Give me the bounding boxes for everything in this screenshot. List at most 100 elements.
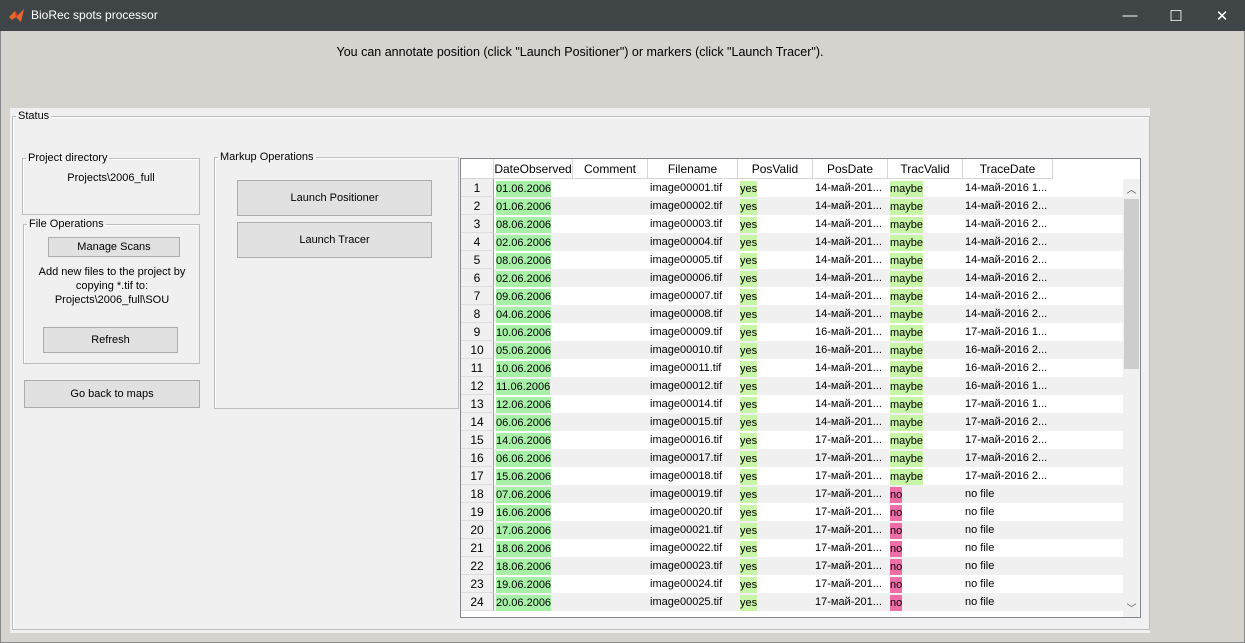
table-cell[interactable]: 17-май-201... xyxy=(813,521,888,539)
table-cell[interactable] xyxy=(573,593,648,611)
table-cell[interactable] xyxy=(573,197,648,215)
table-cell[interactable]: image00020.tif xyxy=(648,503,738,521)
scroll-down-icon[interactable]: ﹀ xyxy=(1123,600,1140,615)
table-cell[interactable]: 16-май-2016 1... xyxy=(963,377,1053,395)
table-cell[interactable]: image00021.tif xyxy=(648,521,738,539)
scans-table[interactable]: DateObserved Comment Filename PosValid PosDa… xyxy=(460,158,1141,618)
table-cell[interactable]: yes xyxy=(738,575,813,593)
launch-tracer-button[interactable]: Launch Tracer xyxy=(237,222,432,258)
table-cell[interactable] xyxy=(573,521,648,539)
table-row[interactable]: 11 10.06.2006 image00011.tif yes 14-май-201.… xyxy=(461,359,1124,377)
table-cell[interactable]: yes xyxy=(738,539,813,557)
table-cell[interactable] xyxy=(573,467,648,485)
table-row[interactable]: 19 16.06.2006 image00020.tif yes 17-май-201.… xyxy=(461,503,1124,521)
column-header[interactable]: PosValid xyxy=(738,159,813,179)
table-cell[interactable]: 14-май-2016 2... xyxy=(963,251,1053,269)
table-cell[interactable]: 10.06.2006 xyxy=(494,323,573,341)
table-cell[interactable]: 11.06.2006 xyxy=(494,377,573,395)
table-cell[interactable] xyxy=(573,449,648,467)
table-cell[interactable]: maybe xyxy=(888,449,963,467)
table-cell[interactable]: no file xyxy=(963,557,1053,575)
table-cell[interactable]: 08.06.2006 xyxy=(494,215,573,233)
table-cell[interactable]: 04.06.2006 xyxy=(494,305,573,323)
table-cell[interactable] xyxy=(573,233,648,251)
table-cell[interactable]: 17-май-201... xyxy=(813,539,888,557)
column-header[interactable]: Comment xyxy=(573,159,648,179)
table-cell[interactable]: 14-май-201... xyxy=(813,395,888,413)
table-cell[interactable]: 12.06.2006 xyxy=(494,395,573,413)
table-cell[interactable] xyxy=(573,557,648,575)
table-cell[interactable]: image00016.tif xyxy=(648,431,738,449)
table-cell[interactable]: no xyxy=(888,539,963,557)
table-cell[interactable]: 14.06.2006 xyxy=(494,431,573,449)
table-cell[interactable]: 16.06.2006 xyxy=(494,503,573,521)
table-row[interactable]: 10 05.06.2006 image00010.tif yes 16-май-201.… xyxy=(461,341,1124,359)
table-row[interactable]: 15 14.06.2006 image00016.tif yes 17-май-201.… xyxy=(461,431,1124,449)
column-header[interactable]: TraceDate xyxy=(963,159,1053,179)
table-cell[interactable]: maybe xyxy=(888,431,963,449)
table-cell[interactable]: 14-май-201... xyxy=(813,269,888,287)
table-row[interactable]: 17 15.06.2006 image00018.tif yes 17-май-201.… xyxy=(461,467,1124,485)
table-cell[interactable]: image00012.tif xyxy=(648,377,738,395)
table-cell[interactable]: yes xyxy=(738,215,813,233)
table-cell[interactable]: maybe xyxy=(888,269,963,287)
table-cell[interactable]: 01.06.2006 xyxy=(494,197,573,215)
table-cell[interactable]: 14-май-2016 2... xyxy=(963,233,1053,251)
table-cell[interactable]: image00003.tif xyxy=(648,215,738,233)
vertical-scrollbar[interactable]: ︿ ﹀ xyxy=(1123,179,1140,617)
table-cell[interactable]: yes xyxy=(738,557,813,575)
table-cell[interactable] xyxy=(573,377,648,395)
table-cell[interactable]: image00010.tif xyxy=(648,341,738,359)
table-cell[interactable] xyxy=(573,269,648,287)
table-cell[interactable]: 17-май-2016 2... xyxy=(963,467,1053,485)
table-cell[interactable]: 09.06.2006 xyxy=(494,287,573,305)
table-cell[interactable] xyxy=(573,305,648,323)
table-cell[interactable]: image00024.tif xyxy=(648,575,738,593)
table-cell[interactable]: image00025.tif xyxy=(648,593,738,611)
table-cell[interactable]: 17-май-201... xyxy=(813,593,888,611)
table-cell[interactable]: maybe xyxy=(888,323,963,341)
table-cell[interactable]: maybe xyxy=(888,179,963,197)
table-row[interactable]: 24 20.06.2006 image00025.tif yes 17-май-201.… xyxy=(461,593,1124,611)
table-cell[interactable]: yes xyxy=(738,449,813,467)
table-cell[interactable]: yes xyxy=(738,359,813,377)
table-cell[interactable]: yes xyxy=(738,395,813,413)
table-row[interactable]: 22 18.06.2006 image00023.tif yes 17-май-201.… xyxy=(461,557,1124,575)
table-cell[interactable]: no file xyxy=(963,503,1053,521)
table-cell[interactable] xyxy=(573,251,648,269)
table-row[interactable]: 2 01.06.2006 image00002.tif yes 14-май-201..… xyxy=(461,197,1124,215)
table-cell[interactable] xyxy=(573,431,648,449)
table-cell[interactable] xyxy=(573,323,648,341)
table-cell[interactable]: 17-май-2016 2... xyxy=(963,431,1053,449)
table-cell[interactable]: 17-май-2016 2... xyxy=(963,449,1053,467)
table-cell[interactable]: yes xyxy=(738,197,813,215)
table-cell[interactable]: no xyxy=(888,593,963,611)
table-cell[interactable]: maybe xyxy=(888,413,963,431)
table-cell[interactable]: 14-май-2016 2... xyxy=(963,287,1053,305)
scrollbar-thumb[interactable] xyxy=(1124,199,1139,369)
table-cell[interactable]: maybe xyxy=(888,341,963,359)
table-cell[interactable]: yes xyxy=(738,269,813,287)
table-cell[interactable]: maybe xyxy=(888,359,963,377)
table-cell[interactable]: 06.06.2006 xyxy=(494,449,573,467)
table-cell[interactable]: yes xyxy=(738,521,813,539)
minimize-button[interactable]: — xyxy=(1107,0,1153,31)
table-row[interactable]: 18 07.06.2006 image00019.tif yes 17-май-201.… xyxy=(461,485,1124,503)
table-cell[interactable]: 19.06.2006 xyxy=(494,575,573,593)
table-cell[interactable] xyxy=(573,575,648,593)
table-cell[interactable] xyxy=(573,503,648,521)
table-cell[interactable]: yes xyxy=(738,485,813,503)
table-cell[interactable]: yes xyxy=(738,593,813,611)
table-cell[interactable]: 07.06.2006 xyxy=(494,485,573,503)
table-cell[interactable]: maybe xyxy=(888,233,963,251)
table-cell[interactable] xyxy=(573,485,648,503)
table-row[interactable]: 3 08.06.2006 image00003.tif yes 14-май-201..… xyxy=(461,215,1124,233)
table-cell[interactable] xyxy=(573,215,648,233)
table-cell[interactable]: yes xyxy=(738,431,813,449)
table-row[interactable]: 13 12.06.2006 image00014.tif yes 14-май-201.… xyxy=(461,395,1124,413)
table-cell[interactable]: 17-май-201... xyxy=(813,557,888,575)
table-cell[interactable]: no xyxy=(888,503,963,521)
table-cell[interactable]: 14-май-201... xyxy=(813,377,888,395)
table-cell[interactable]: maybe xyxy=(888,287,963,305)
table-cell[interactable]: 14-май-201... xyxy=(813,197,888,215)
